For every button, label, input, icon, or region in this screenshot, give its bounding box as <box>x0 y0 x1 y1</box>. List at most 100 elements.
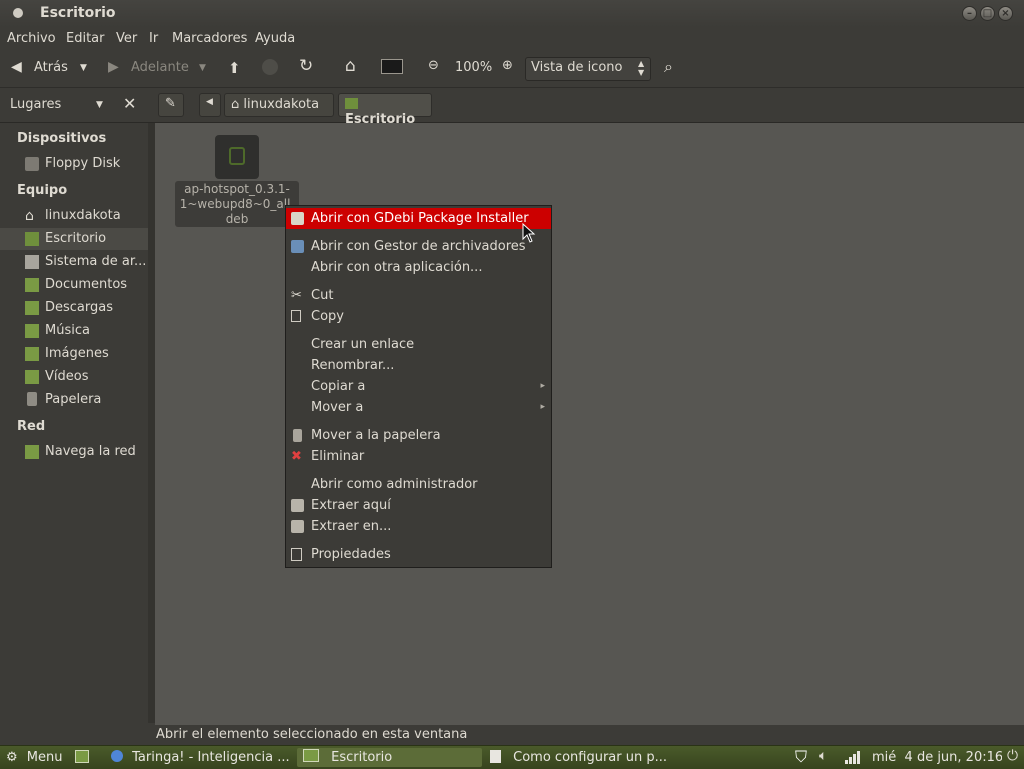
menu-label: Abrir con GDebi Package Installer <box>311 211 529 226</box>
sidebar-item-label: Música <box>45 323 90 338</box>
sidebar-item-floppy[interactable]: Floppy Disk <box>0 153 148 175</box>
view-mode-select[interactable]: Vista de icono ▲ ▼ <box>525 57 651 81</box>
menu-extract-to[interactable]: Extraer en... <box>286 516 551 537</box>
back-arrow-icon: ◀ <box>11 59 22 75</box>
volume-icon[interactable]: 🔈︎ <box>819 748 827 764</box>
places-selector[interactable]: Lugares ▼ <box>10 97 110 117</box>
close-sidebar-icon[interactable]: ✕ <box>123 94 136 113</box>
menu-open-archive-manager[interactable]: Abrir con Gestor de archivadores <box>286 236 551 257</box>
zoom-out-icon[interactable]: ⊖ <box>428 58 439 73</box>
folder-icon <box>25 278 39 292</box>
search-icon[interactable]: ⌕ <box>664 57 673 77</box>
sidebar-item-filesystem[interactable]: Sistema de ar... <box>0 251 148 273</box>
computer-icon[interactable] <box>381 59 403 74</box>
reload-icon[interactable]: ↻ <box>299 56 313 76</box>
menu-open-other[interactable]: Abrir con otra aplicación... <box>286 257 551 278</box>
music-folder-icon <box>25 324 39 338</box>
copy-icon <box>291 310 301 322</box>
show-desktop-icon[interactable] <box>75 750 89 763</box>
sidebar-item-imagenes[interactable]: Imágenes <box>0 343 148 365</box>
chevron-down-icon: ▼ <box>96 100 103 110</box>
menu-label: Renombrar... <box>311 358 395 373</box>
forward-label: Adelante <box>131 60 189 75</box>
maximize-icon[interactable]: □ <box>980 6 995 21</box>
sidebar-item-videos[interactable]: Vídeos <box>0 366 148 388</box>
sidebar-heading-computer: Equipo <box>17 183 68 198</box>
sidebar-item-home[interactable]: ⌂ linuxdakota <box>0 205 148 227</box>
window-menu-icon[interactable] <box>13 8 23 18</box>
menu-copy-to[interactable]: Copiar a ▸ <box>286 376 551 397</box>
menu-open-as-admin[interactable]: Abrir como administrador <box>286 474 551 495</box>
sidebar-item-label: Papelera <box>45 392 102 407</box>
sidebar-item-descargas[interactable]: Descargas <box>0 297 148 319</box>
file-name-line: 1~webupd8~0_all. <box>179 197 295 211</box>
clock[interactable]: mié 4 de jun, 20:16 <box>872 748 1002 767</box>
floppy-icon <box>25 157 39 171</box>
menu-cut[interactable]: ✂ Cut <box>286 285 551 306</box>
network-signal-icon[interactable] <box>845 751 861 764</box>
view-mode-value: Vista de icono <box>531 60 623 75</box>
taskbar: ⚙ Menu Taringa! - Inteligencia ... Escri… <box>0 745 1024 769</box>
menu-ayuda[interactable]: Ayuda <box>255 31 295 46</box>
shutdown-icon[interactable]: ⏻ <box>1007 748 1018 764</box>
sidebar-item-label: linuxdakota <box>45 208 121 223</box>
menu-properties[interactable]: Propiedades <box>286 544 551 565</box>
desktop-folder-icon <box>25 232 39 246</box>
sidebar-item-network[interactable]: Navega la red <box>0 441 148 463</box>
home-icon: ⌂ <box>231 97 240 112</box>
menu-editar[interactable]: Editar <box>66 31 105 46</box>
menu-label: Cut <box>311 288 334 303</box>
minimize-icon[interactable]: – <box>962 6 977 21</box>
close-icon[interactable]: × <box>998 6 1013 21</box>
sidebar-item-musica[interactable]: Música <box>0 320 148 342</box>
forward-arrow-icon: ▶ <box>108 59 119 75</box>
sidebar-item-escritorio[interactable]: Escritorio <box>0 228 148 250</box>
breadcrumb-linuxdakota[interactable]: ⌂ linuxdakota <box>224 93 334 117</box>
menu-archivo[interactable]: Archivo <box>7 31 56 46</box>
shield-icon[interactable]: ⛉ <box>795 747 807 767</box>
breadcrumb-escritorio[interactable]: Escritorio <box>338 93 432 127</box>
menu-copy[interactable]: Copy <box>286 306 551 327</box>
sidebar-item-label: Navega la red <box>45 444 136 459</box>
scissors-icon: ✂ <box>291 288 302 303</box>
back-button[interactable]: ◀ Atrás ▼ <box>8 54 94 84</box>
places-label: Lugares <box>10 97 62 112</box>
menu-move-to[interactable]: Mover a ▸ <box>286 397 551 418</box>
sidebar-item-papelera[interactable]: Papelera <box>0 389 148 411</box>
sidebar-resize-handle[interactable] <box>148 123 155 723</box>
menu-label: Mover a la papelera <box>311 428 441 443</box>
sidebar-item-documentos[interactable]: Documentos <box>0 274 148 296</box>
stop-icon[interactable] <box>262 59 278 75</box>
main-menu-button[interactable]: ⚙ Menu <box>6 748 68 767</box>
zoom-in-icon[interactable]: ⊕ <box>502 58 513 73</box>
file-label[interactable]: ap-hotspot_0.3.1- 1~webupd8~0_all. deb <box>175 181 299 227</box>
file-name-line: deb <box>225 212 249 226</box>
drive-icon <box>25 255 39 269</box>
menu-ir[interactable]: Ir <box>149 31 158 46</box>
task-document[interactable]: Como configurar un p... <box>490 748 690 767</box>
menu-delete[interactable]: ✖ Eliminar <box>286 446 551 467</box>
menu-move-to-trash[interactable]: Mover a la papelera <box>286 425 551 446</box>
menu-open-gdebi[interactable]: Abrir con GDebi Package Installer <box>286 208 551 229</box>
gdebi-icon <box>291 212 304 225</box>
folder-icon <box>303 749 319 762</box>
deb-package-icon[interactable] <box>215 135 259 179</box>
menu-label: Copy <box>311 309 344 324</box>
task-browser[interactable]: Taringa! - Inteligencia ... <box>111 748 291 767</box>
forward-button[interactable]: ▶ Adelante ▼ <box>105 54 210 84</box>
up-icon[interactable]: ⬆ <box>228 59 241 77</box>
task-file-manager[interactable]: Escritorio <box>297 748 482 767</box>
chevron-down-icon: ▼ <box>80 63 87 73</box>
menu-gear-icon: ⚙ <box>6 750 18 765</box>
home-icon[interactable]: ⌂ <box>345 56 356 76</box>
package-icon <box>229 147 245 165</box>
menu-marcadores[interactable]: Marcadores <box>172 31 247 46</box>
toggle-path-button[interactable]: ✎ <box>158 93 184 117</box>
menu-ver[interactable]: Ver <box>116 31 137 46</box>
menu-label: Extraer aquí <box>311 498 391 513</box>
window-titlebar[interactable]: Escritorio – □ × <box>0 0 1024 27</box>
menu-rename[interactable]: Renombrar... <box>286 355 551 376</box>
menu-extract-here[interactable]: Extraer aquí <box>286 495 551 516</box>
menu-create-link[interactable]: Crear un enlace <box>286 334 551 355</box>
path-left-arrow[interactable]: ◀ <box>199 93 221 117</box>
